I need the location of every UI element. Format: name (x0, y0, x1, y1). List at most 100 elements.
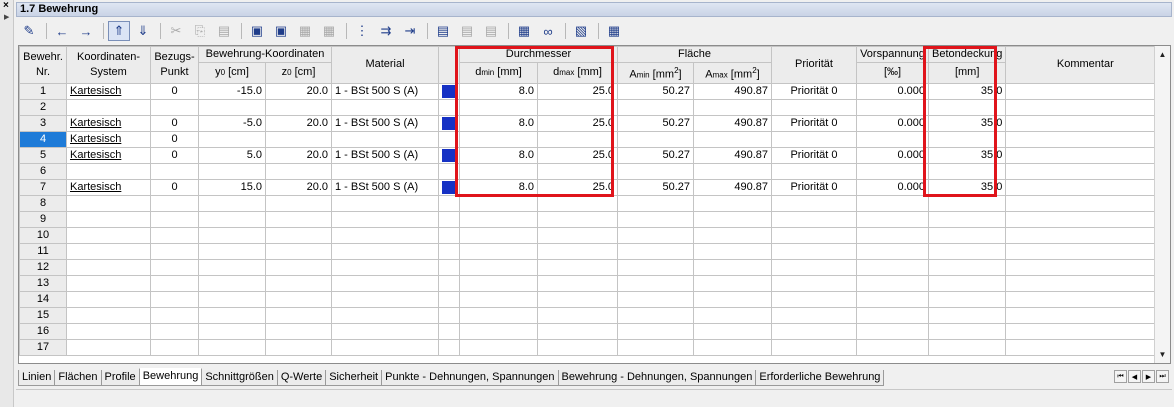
cell-prestress[interactable]: 0.000 (856, 178, 929, 196)
cell-amax[interactable] (693, 274, 772, 292)
cell-prestress[interactable] (856, 162, 929, 180)
cell-concrete-cover[interactable] (927, 98, 1007, 116)
cell-dmax[interactable] (537, 194, 618, 212)
cell-material[interactable] (331, 194, 439, 212)
cell-amax[interactable] (693, 226, 772, 244)
cell-priority[interactable]: Priorität 0 (771, 114, 857, 132)
cell-dmax[interactable]: 25.0 (537, 82, 618, 100)
tab-profile[interactable]: Profile (100, 370, 140, 386)
scroll-down-icon[interactable]: ▼ (1155, 347, 1170, 362)
cell-amax[interactable] (693, 130, 772, 148)
cell-comment[interactable] (1005, 130, 1166, 148)
cell-color[interactable] (438, 322, 460, 340)
cell-reference-point[interactable] (150, 226, 199, 244)
cell-concrete-cover[interactable]: 35.0 (927, 146, 1007, 164)
vertical-scrollbar[interactable]: ▲ ▼ (1154, 46, 1170, 363)
cell-priority[interactable] (771, 226, 857, 244)
cell-material[interactable] (331, 290, 439, 308)
cell-amax[interactable] (693, 98, 772, 116)
cell-y0[interactable]: -15.0 (198, 82, 266, 100)
cell-z0[interactable] (265, 210, 332, 228)
cell-amin[interactable] (617, 162, 694, 180)
tab-bewehrung-dehnungen-spannungen[interactable]: Bewehrung - Dehnungen, Spannungen (557, 370, 757, 386)
cell-prestress[interactable] (856, 194, 929, 212)
cell-dmin[interactable] (459, 322, 538, 340)
table-row[interactable]: 12 (19, 258, 1166, 276)
cell-coordinate-system[interactable] (66, 290, 151, 308)
cell-priority[interactable] (771, 130, 857, 148)
cell-y0[interactable]: 15.0 (198, 178, 266, 196)
cell-dmin[interactable] (459, 258, 538, 276)
scroll-up-icon[interactable]: ▲ (1155, 47, 1170, 62)
cell-dmin[interactable]: 8.0 (459, 82, 538, 100)
table-row[interactable]: 13 (19, 274, 1166, 292)
table-row[interactable]: 5 Kartesisch 0 5.0 20.0 1 - BSt 500 S (A) 8.0 2… (19, 146, 1166, 164)
cell-material[interactable] (331, 274, 439, 292)
cell-z0[interactable] (265, 226, 332, 244)
cell-prestress[interactable] (856, 130, 929, 148)
cell-coordinate-system[interactable] (66, 242, 151, 260)
cell-amin[interactable] (617, 226, 694, 244)
cell-dmin[interactable] (459, 98, 538, 116)
row-number[interactable]: 15 (19, 306, 67, 324)
cell-priority[interactable] (771, 210, 857, 228)
cell-dmax[interactable] (537, 98, 618, 116)
cell-coordinate-system[interactable] (66, 226, 151, 244)
cell-prestress[interactable] (856, 322, 929, 340)
cell-comment[interactable] (1005, 322, 1166, 340)
row-number[interactable]: 2 (19, 98, 67, 116)
cell-dmin[interactable] (459, 226, 538, 244)
cell-amin[interactable]: 50.27 (617, 178, 694, 196)
tab-sicherheit[interactable]: Sicherheit (325, 370, 383, 386)
cell-y0[interactable] (198, 226, 266, 244)
cell-color[interactable] (438, 194, 460, 212)
table-row[interactable]: 6 (19, 162, 1166, 180)
cell-dmin[interactable] (459, 162, 538, 180)
cell-coordinate-system[interactable] (66, 194, 151, 212)
expand-arrow-icon[interactable]: ▶ (4, 13, 9, 21)
row-number[interactable]: 11 (19, 242, 67, 260)
cell-amin[interactable] (617, 98, 694, 116)
cell-amax[interactable] (693, 194, 772, 212)
view-1-icon[interactable]: ▣ (246, 21, 268, 41)
cell-concrete-cover[interactable] (927, 274, 1007, 292)
insert-row-icon[interactable]: ⇉ (375, 21, 397, 41)
cell-z0[interactable]: 20.0 (265, 146, 332, 164)
cell-coordinate-system[interactable] (66, 98, 151, 116)
cell-concrete-cover[interactable] (927, 226, 1007, 244)
cell-y0[interactable] (198, 210, 266, 228)
cell-coordinate-system[interactable] (66, 210, 151, 228)
cell-z0[interactable] (265, 162, 332, 180)
cell-comment[interactable] (1005, 242, 1166, 260)
row-number[interactable]: 16 (19, 322, 67, 340)
arrow-left-icon[interactable]: ← (51, 21, 73, 41)
cell-y0[interactable] (198, 322, 266, 340)
tab-schnittgrößen[interactable]: Schnittgrößen (201, 370, 278, 386)
view-2-icon[interactable]: ▣ (270, 21, 292, 41)
table-row[interactable]: 4 Kartesisch 0 (19, 130, 1166, 148)
cell-color[interactable] (438, 242, 460, 260)
cell-color[interactable] (438, 210, 460, 228)
cell-amin[interactable] (617, 258, 694, 276)
cell-dmax[interactable] (537, 162, 618, 180)
append-row-icon[interactable]: ⇥ (399, 21, 421, 41)
cell-color[interactable] (438, 146, 460, 164)
cell-material[interactable]: 1 - BSt 500 S (A) (331, 146, 439, 164)
cell-y0[interactable] (198, 162, 266, 180)
cell-priority[interactable] (771, 162, 857, 180)
cell-reference-point[interactable]: 0 (150, 146, 199, 164)
cell-material[interactable] (331, 210, 439, 228)
cell-color[interactable] (438, 306, 460, 324)
cell-dmax[interactable] (537, 226, 618, 244)
cell-comment[interactable] (1005, 194, 1166, 212)
cell-z0[interactable] (265, 322, 332, 340)
cell-dmin[interactable] (459, 274, 538, 292)
prev-tab-icon[interactable]: ◀ (1128, 370, 1141, 383)
cell-material[interactable]: 1 - BSt 500 S (A) (331, 82, 439, 100)
paste-icon[interactable]: ▤ (213, 21, 235, 41)
table-row[interactable]: 10 (19, 226, 1166, 244)
table-row[interactable]: 8 (19, 194, 1166, 212)
row-number[interactable]: 13 (19, 274, 67, 292)
cell-dmin[interactable] (459, 338, 538, 356)
tab-bewehrung[interactable]: Bewehrung (138, 368, 203, 386)
